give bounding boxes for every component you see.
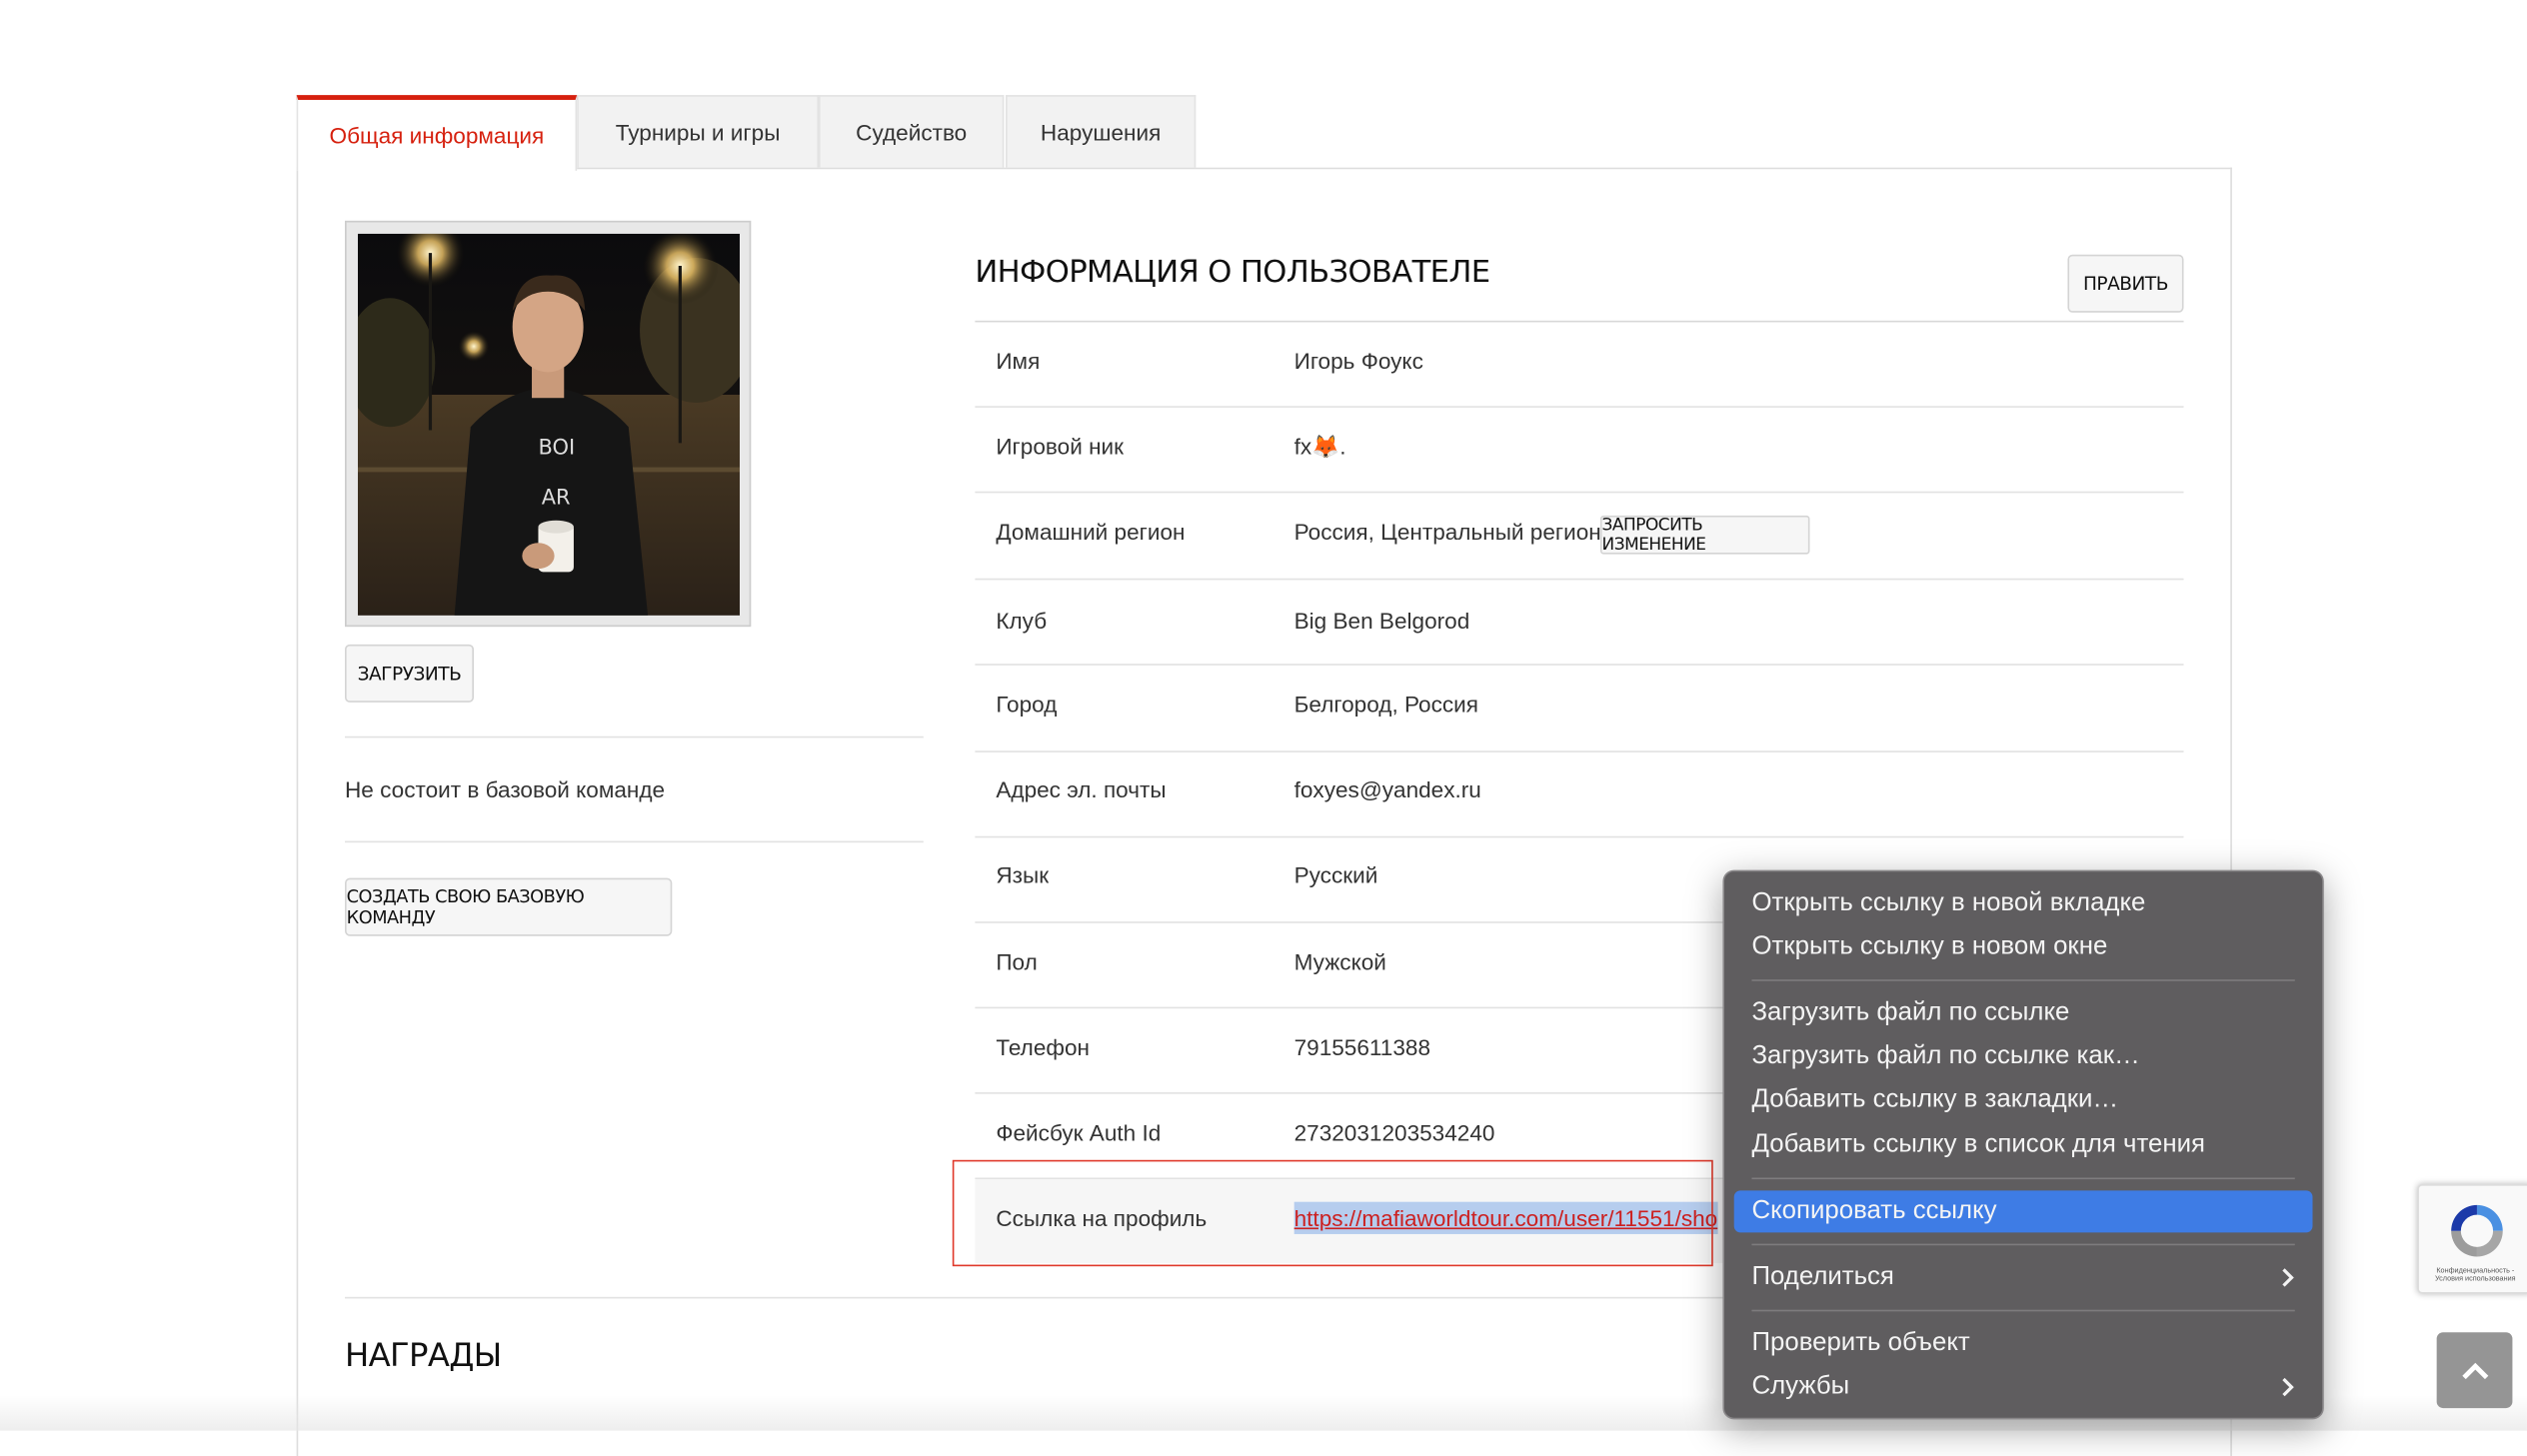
row-label-region: Домашний регион: [996, 519, 1186, 545]
divider: [345, 840, 924, 843]
recaptcha-icon: [2451, 1204, 2503, 1257]
tab-general-label: Общая информация: [329, 122, 545, 149]
menu-item-open-new-tab[interactable]: Открыть ссылку в новой вкладке: [1751, 884, 2145, 923]
tab-tournaments[interactable]: Турниры и игры: [577, 95, 819, 168]
tab-violations-label: Нарушения: [1040, 119, 1162, 146]
row-label-facebook-id: Фейсбук Auth Id: [996, 1119, 1162, 1146]
request-change-button[interactable]: ЗАПРОСИТЬ ИЗМЕНЕНИЕ: [1599, 515, 1810, 555]
menu-separator: [1751, 1309, 2295, 1312]
row-value-city: Белгород, Россия: [1293, 691, 1479, 718]
menu-item-copy-link[interactable]: Скопировать ссылку: [1733, 1190, 2313, 1233]
table-divider: [975, 578, 2184, 581]
menu-item-label: Скопировать ссылку: [1751, 1196, 1997, 1225]
row-label-club: Клуб: [996, 607, 1048, 634]
context-menu: Открыть ссылку в новой вкладке Открыть с…: [1722, 869, 2324, 1420]
menu-separator: [1751, 1243, 2295, 1246]
menu-item-label: Открыть ссылку в новой вкладке: [1751, 888, 2146, 917]
tab-violations[interactable]: Нарушения: [1006, 95, 1197, 168]
menu-item-add-reading-list[interactable]: Добавить ссылку в список для чтения: [1751, 1126, 2205, 1165]
menu-item-label: Службы: [1751, 1372, 1850, 1401]
row-label-name: Имя: [996, 348, 1041, 375]
menu-item-add-bookmark[interactable]: Добавить ссылку в закладки…: [1751, 1081, 2118, 1120]
menu-item-label: Открыть ссылку в новом окне: [1751, 932, 2108, 960]
table-divider: [975, 664, 2184, 666]
tab-judging[interactable]: Судейство: [818, 95, 1005, 168]
table-divider: [975, 406, 2184, 408]
request-change-button-label: ЗАПРОСИТЬ ИЗМЕНЕНИЕ: [1601, 515, 1706, 555]
create-team-button[interactable]: СОЗДАТЬ СВОЮ БАЗОВУЮ КОМАНДУ: [345, 877, 673, 936]
tab-general[interactable]: Общая информация: [296, 95, 578, 171]
edit-button-label: ПРАВИТЬ: [2082, 272, 2169, 296]
back-to-top-button[interactable]: [2436, 1332, 2513, 1409]
menu-item-label: Добавить ссылку в список для чтения: [1751, 1130, 2205, 1159]
menu-item-download-file-as[interactable]: Загрузить файл по ссылке как…: [1751, 1037, 2139, 1076]
row-label-email: Адрес эл. почты: [996, 776, 1167, 802]
info-title: ИНФОРМАЦИЯ О ПОЛЬЗОВАТЕЛЕ: [975, 254, 1490, 291]
menu-item-share[interactable]: Поделиться: [1751, 1258, 1893, 1297]
edit-button[interactable]: ПРАВИТЬ: [2067, 254, 2184, 313]
menu-item-label: Проверить объект: [1751, 1329, 1970, 1357]
tab-tournaments-label: Турниры и игры: [615, 119, 781, 146]
menu-item-label: Загрузить файл по ссылке: [1751, 998, 2070, 1026]
menu-item-download-file[interactable]: Загрузить файл по ссылке: [1751, 994, 2069, 1033]
row-value-club: Big Ben Belgorod: [1293, 607, 1470, 634]
menu-item-services[interactable]: Службы: [1751, 1368, 1849, 1407]
row-value-facebook-id: 2732031203534240: [1293, 1119, 1495, 1146]
recaptcha-badge[interactable]: Конфиденциальность - Условия использован…: [2417, 1183, 2527, 1294]
tab-judging-label: Судейство: [856, 119, 968, 146]
menu-item-label: Поделиться: [1751, 1262, 1894, 1291]
table-divider: [975, 491, 2184, 494]
upload-button-label: ЗАГРУЗИТЬ: [357, 662, 462, 686]
menu-item-inspect[interactable]: Проверить объект: [1751, 1324, 1969, 1363]
table-divider: [975, 750, 2184, 752]
menu-separator: [1751, 979, 2295, 981]
row-label-phone: Телефон: [996, 1034, 1090, 1060]
row-value-name: Игорь Фоукс: [1293, 348, 1423, 375]
menu-separator: [1751, 1177, 2295, 1180]
menu-item-label: Добавить ссылку в закладки…: [1751, 1085, 2119, 1114]
photo-shirt-text-2: AR: [542, 486, 571, 510]
menu-item-label: Загрузить файл по ссылке как…: [1751, 1042, 2140, 1070]
create-team-button-label: СОЗДАТЬ СВОЮ БАЗОВУЮ КОМАНДУ: [346, 885, 585, 928]
row-value-phone: 79155611388: [1293, 1034, 1431, 1060]
row-label-language: Язык: [996, 861, 1050, 888]
highlight-annotation-box: [952, 1159, 1713, 1267]
row-label-nickname: Игровой ник: [996, 433, 1125, 460]
team-status: Не состоит в базовой команде: [345, 776, 666, 802]
menu-item-open-new-window[interactable]: Открыть ссылку в новом окне: [1751, 928, 2107, 967]
row-value-gender: Мужской: [1293, 948, 1386, 975]
row-value-email: foxyes@yandex.ru: [1293, 776, 1481, 802]
row-value-nickname: fx🦊.: [1293, 433, 1346, 460]
chevron-up-icon: [2461, 1361, 2488, 1379]
chevron-right-icon: [2282, 1377, 2294, 1397]
table-divider: [975, 835, 2184, 838]
row-label-city: Город: [996, 691, 1058, 718]
row-value-region: Россия, Центральный регион: [1293, 519, 1601, 545]
recaptcha-caption: Конфиденциальность - Условия использован…: [2435, 1266, 2516, 1283]
row-label-gender: Пол: [996, 948, 1038, 975]
avatar: BOI AR: [357, 233, 740, 616]
table-divider: [975, 320, 2184, 323]
awards-title: НАГРАДЫ: [345, 1335, 502, 1375]
chevron-right-icon: [2282, 1268, 2294, 1287]
divider: [345, 735, 924, 738]
row-value-language: Русский: [1293, 861, 1378, 888]
upload-button[interactable]: ЗАГРУЗИТЬ: [345, 644, 474, 703]
photo-shirt-text-1: BOI: [538, 436, 575, 460]
